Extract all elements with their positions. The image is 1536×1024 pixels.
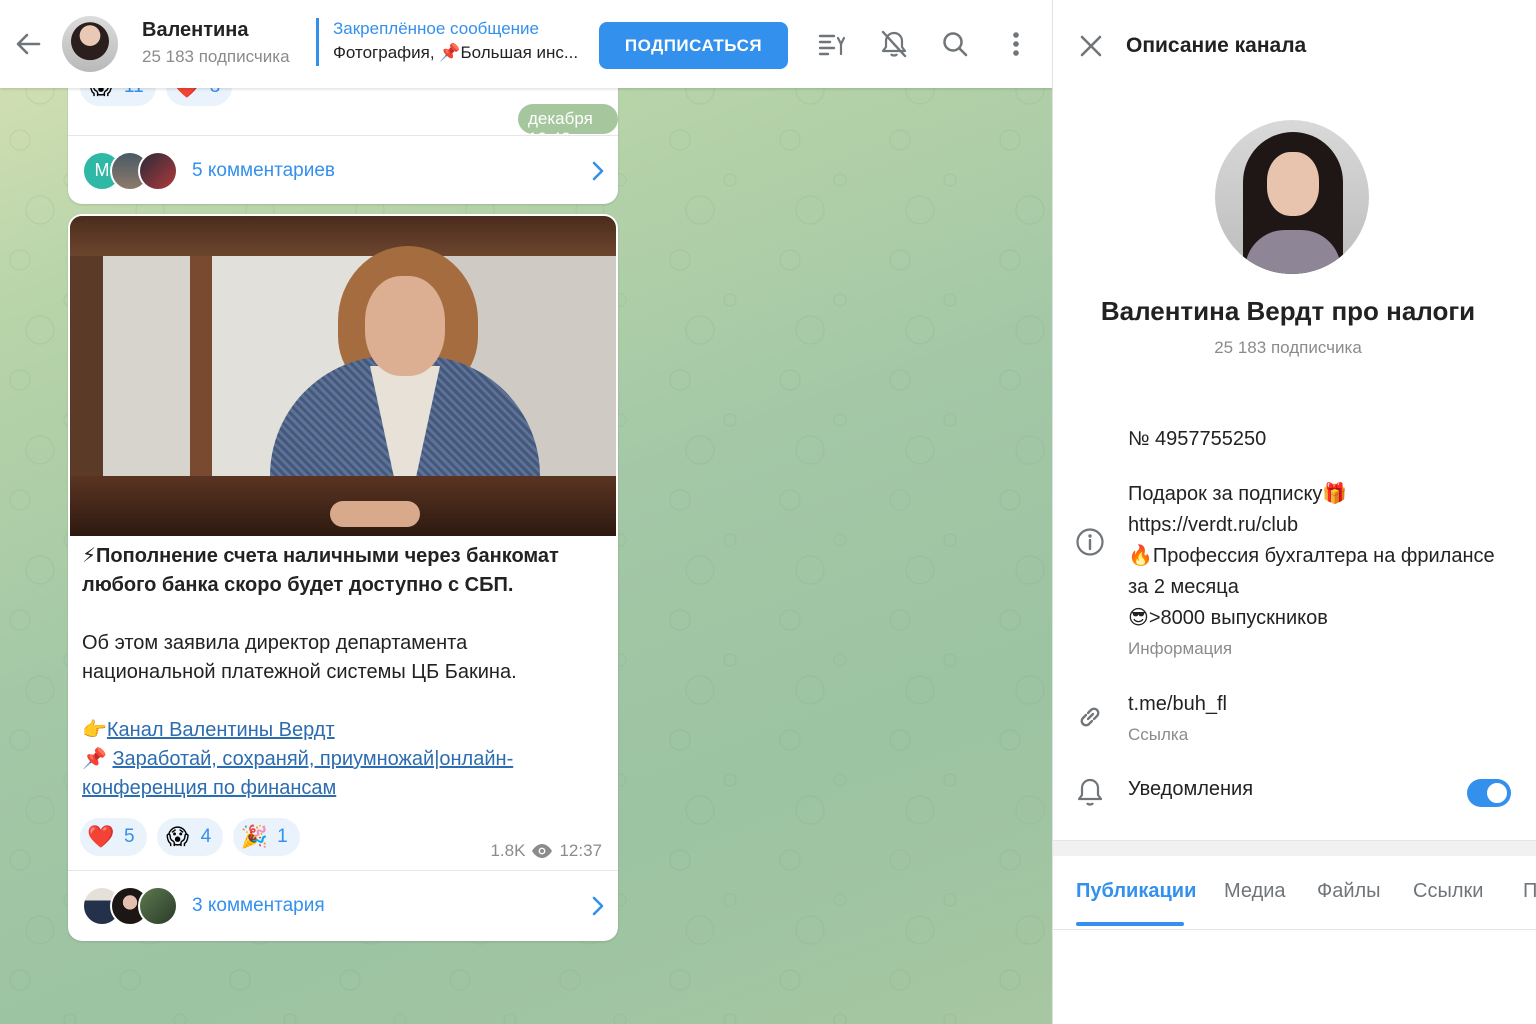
- conference-link[interactable]: Заработай, сохраняй, приумножай|онлайн-к…: [82, 748, 513, 799]
- reaction-button[interactable]: ❤️ 5: [80, 818, 147, 856]
- chevron-right-icon: [592, 896, 604, 915]
- channel-link[interactable]: Канал Валентины Вердт: [107, 719, 335, 741]
- reaction-count: 4: [200, 826, 212, 847]
- comments-button[interactable]: 3 комментария: [68, 870, 618, 940]
- commenter-avatar: [138, 885, 178, 926]
- commenter-avatars: M: [82, 150, 178, 191]
- heart-emoji-icon: ❤️: [87, 824, 115, 849]
- view-count: 1.8K: [490, 841, 526, 860]
- channel-subscriber-count: 25 183 подписчика: [142, 47, 290, 66]
- channel-subscriber-count: 25 183 подписчика: [1214, 338, 1362, 357]
- post-photo[interactable]: [70, 216, 616, 536]
- party-emoji-icon: 🎉: [240, 824, 268, 849]
- channel-avatar[interactable]: [62, 16, 118, 72]
- channel-name: Валентина Вердт про налоги: [1100, 296, 1476, 326]
- post-title: ⚡Пополнение счета наличными через банком…: [82, 542, 602, 600]
- more-menu-button[interactable]: [996, 24, 1036, 64]
- more-vertical-icon: [1013, 32, 1019, 56]
- commenter-avatar: [138, 150, 178, 191]
- back-button[interactable]: [10, 26, 46, 62]
- subscribe-button[interactable]: ПОДПИСАТЬСЯ: [599, 22, 788, 69]
- section-divider: [1053, 840, 1536, 856]
- tab-more[interactable]: П: [1523, 880, 1536, 903]
- chat-header: Валентина 25 183 подписчика Закреплённое…: [0, 0, 1052, 88]
- notifications-toggle[interactable]: [1467, 779, 1511, 807]
- info-caption: Информация: [1128, 639, 1233, 658]
- post-body: Об этом заявила директор департамента на…: [82, 632, 517, 683]
- search-button[interactable]: [935, 24, 975, 64]
- link-caption: Ссылка: [1128, 725, 1189, 744]
- back-arrow-icon: [16, 33, 41, 55]
- description-gift-line: Подарок за подписку🎁: [1128, 483, 1348, 505]
- close-icon: [1080, 35, 1102, 57]
- message-bubble: 😱 11 ❤️ 3 29 декабря 10:42 M 5 комментар…: [68, 68, 618, 205]
- live-stream-button[interactable]: [812, 24, 852, 64]
- mute-bell-icon: [881, 30, 907, 58]
- chevron-right-icon: [592, 161, 604, 180]
- channel-link-block[interactable]: t.me/buh_fl Ссылка: [1128, 689, 1508, 750]
- message-time: 12:37: [559, 841, 602, 860]
- channel-link[interactable]: t.me/buh_fl: [1128, 689, 1508, 720]
- reaction-count: 1: [277, 826, 288, 847]
- tab-publications[interactable]: Публикации: [1076, 880, 1196, 903]
- point-right-emoji-icon: 👉: [82, 719, 107, 741]
- notifications-label: Уведомления: [1128, 778, 1254, 800]
- pinned-message-text: Фотография, 📌Большая инс...: [333, 43, 579, 62]
- reactions-bar: ❤️ 5 😱 4 🎉 1: [80, 818, 300, 856]
- description-course-line: 🔥Профессия бухгалтера на фрилансе за 2 м…: [1128, 545, 1495, 598]
- panel-title: Описание канала: [1126, 34, 1307, 57]
- reaction-button[interactable]: 🎉 1: [233, 818, 300, 856]
- channel-description: № 4957755250 Подарок за подписку🎁 https:…: [1128, 424, 1508, 664]
- message-date: 29 декабря 10:42: [518, 89, 618, 148]
- comments-count-label: 5 комментариев: [192, 159, 336, 181]
- post-title-text: Пополнение счета наличными через банкома…: [82, 545, 559, 596]
- description-graduates-line: 😎>8000 выпускников: [1128, 607, 1328, 629]
- message-bubble: ⚡Пополнение счета наличными через банком…: [68, 214, 618, 941]
- mute-button[interactable]: [874, 24, 914, 64]
- message-meta: 1.8K 12:37: [490, 841, 602, 861]
- lightning-emoji-icon: ⚡: [82, 545, 97, 567]
- search-icon: [943, 32, 968, 57]
- comments-count-label: 3 комментария: [192, 894, 325, 916]
- commenter-avatars: [82, 885, 178, 926]
- channel-title[interactable]: Валентина: [142, 19, 249, 42]
- reaction-button[interactable]: 😱 4: [156, 818, 224, 856]
- info-icon: [1073, 525, 1107, 559]
- pinned-message-title: Закреплённое сообщение: [333, 19, 539, 38]
- link-icon: [1073, 700, 1107, 734]
- comments-button[interactable]: M 5 комментариев: [68, 135, 618, 205]
- scream-emoji-icon: 😱: [166, 824, 190, 849]
- reaction-count: 5: [124, 826, 135, 847]
- media-tabs: Публикации Медиа Файлы Ссылки П: [1053, 856, 1536, 930]
- eye-icon: [532, 844, 553, 858]
- description-url[interactable]: https://verdt.ru/club: [1128, 510, 1508, 541]
- post-text: ⚡Пополнение счета наличными через банком…: [82, 542, 602, 803]
- chat-area: Валентина 25 183 подписчика Закреплённое…: [0, 0, 1052, 1024]
- tab-media[interactable]: Медиа: [1224, 880, 1286, 903]
- channel-avatar-large[interactable]: [1215, 120, 1369, 274]
- pinned-message[interactable]: Закреплённое сообщение Фотография, 📌Боль…: [316, 18, 578, 66]
- pin-emoji-icon: 📌: [82, 748, 107, 770]
- live-stream-icon: [818, 34, 846, 56]
- bell-icon: [1073, 775, 1107, 809]
- registration-number: № 4957755250: [1128, 428, 1267, 450]
- channel-info-panel: Описание канала Валентина Вердт про нало…: [1052, 0, 1536, 1024]
- active-tab-indicator: [1076, 922, 1184, 926]
- close-panel-button[interactable]: [1071, 26, 1111, 66]
- tab-links[interactable]: Ссылки: [1413, 880, 1483, 903]
- tab-files[interactable]: Файлы: [1317, 880, 1381, 903]
